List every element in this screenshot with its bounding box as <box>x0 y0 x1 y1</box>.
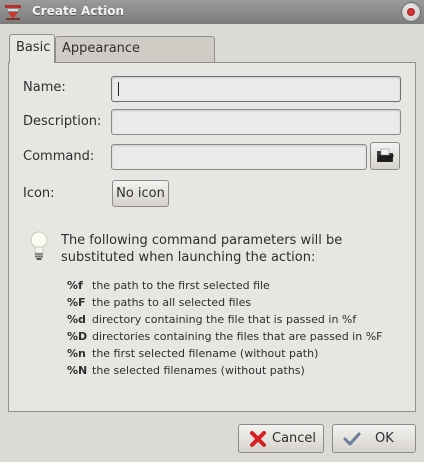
command-label-text: Command: <box>23 149 95 164</box>
icon-picker-button[interactable]: No icon <box>112 180 169 207</box>
parameter-row: %D directories containing the files that … <box>67 328 382 345</box>
parameter-key: %N <box>67 364 88 377</box>
name-label: Name: <box>23 80 66 95</box>
parameter-key: %F <box>67 296 86 309</box>
checkmark-icon <box>343 432 361 446</box>
action-app-icon <box>5 5 21 20</box>
parameter-key: %d <box>67 313 86 326</box>
description-label-text: Description: <box>23 114 102 129</box>
parameter-description: the selected filenames (without paths) <box>92 364 305 377</box>
parameter-key: %f <box>67 279 83 292</box>
title-bar: Create Action <box>0 0 424 24</box>
cancel-label: Cancel <box>272 431 317 446</box>
folder-open-icon <box>377 148 394 162</box>
icon-picker-label: No icon <box>116 186 165 201</box>
name-input[interactable] <box>111 76 401 102</box>
text-caret <box>118 82 119 96</box>
tab-basic[interactable]: Basic <box>9 34 55 63</box>
parameter-description: the path to the first selected file <box>92 279 270 292</box>
parameter-description: the first selected filename (without pat… <box>92 347 319 360</box>
command-input[interactable] <box>111 144 367 170</box>
command-label: Command: <box>23 149 94 164</box>
icon-label: Icon: <box>23 186 55 201</box>
parameter-row: %f the path to the first selected file <box>67 277 382 294</box>
parameter-key: %D <box>67 330 88 343</box>
ok-button[interactable]: OK <box>332 424 416 453</box>
file-chooser-button[interactable] <box>370 142 400 170</box>
info-line-2: substituted when launching the action: <box>61 250 316 265</box>
tab-appearance-conditions[interactable]: Appearance Conditions <box>55 36 215 80</box>
window-title: Create Action <box>32 4 125 18</box>
icon-label-text: Icon: <box>23 186 55 201</box>
parameters-list: %f the path to the first selected file %F… <box>67 277 382 379</box>
parameter-row: %F the paths to all selected files <box>67 294 382 311</box>
description-label: Description: <box>23 114 101 129</box>
cancel-button[interactable]: Cancel <box>238 424 324 453</box>
red-x-icon <box>250 431 266 447</box>
parameter-row: %N the selected filenames (without paths) <box>67 362 382 379</box>
ok-label: OK <box>375 431 394 446</box>
parameter-key: %n <box>67 347 86 360</box>
parameter-description: directory containing the file that is pa… <box>92 313 357 326</box>
info-line-1: The following command parameters will be <box>61 233 343 248</box>
close-icon[interactable] <box>401 2 421 22</box>
parameter-row: %n the first selected filename (without p… <box>67 345 382 362</box>
parameter-description: the paths to all selected files <box>92 296 252 309</box>
tab-basic-label: Basic <box>16 40 51 55</box>
description-input[interactable] <box>111 109 401 135</box>
lightbulb-icon <box>30 231 48 260</box>
parameter-row: %d directory containing the file that is … <box>67 311 382 328</box>
parameter-description: directories containing the files that ar… <box>92 330 383 343</box>
parameters-info-text: The following command parameters will be… <box>61 232 361 266</box>
name-label-text: Name: <box>23 80 66 95</box>
